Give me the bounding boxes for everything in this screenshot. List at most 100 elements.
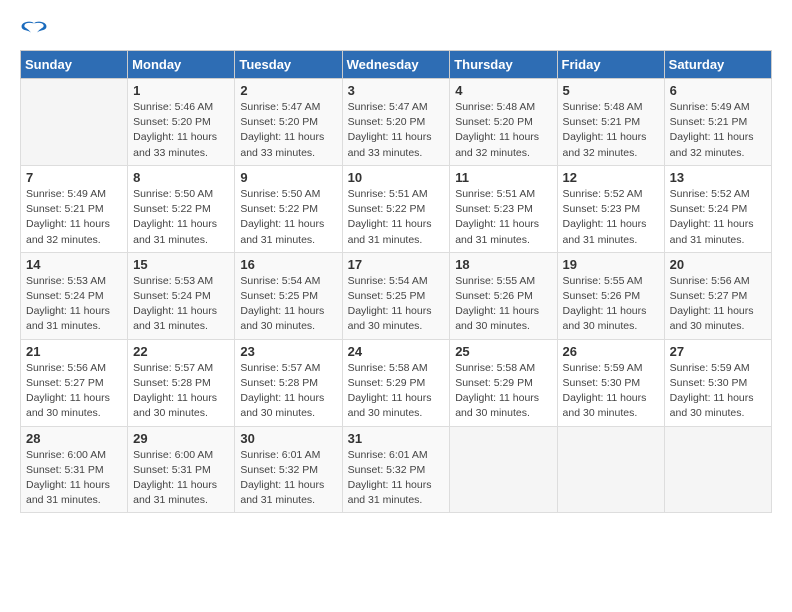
calendar-cell: 19Sunrise: 5:55 AMSunset: 5:26 PMDayligh… — [557, 252, 664, 339]
day-number: 25 — [455, 344, 551, 359]
day-number: 5 — [563, 83, 659, 98]
day-number: 12 — [563, 170, 659, 185]
day-number: 16 — [240, 257, 336, 272]
calendar-cell: 22 Sunrise: 5:57 AMSunset: 5:28 PMDayligh… — [128, 339, 235, 426]
calendar-cell: 12 Sunrise: 5:52 AMSunset: 5:23 PMDayligh… — [557, 165, 664, 252]
day-number: 24 — [348, 344, 445, 359]
day-number: 2 — [240, 83, 336, 98]
day-number: 22 — [133, 344, 229, 359]
calendar-cell: 25 Sunrise: 5:58 AMSunset: 5:29 PMDayligh… — [450, 339, 557, 426]
day-info: Sunrise: 5:48 AMSunset: 5:20 PMDaylight:… — [455, 100, 551, 161]
column-header-thursday: Thursday — [450, 51, 557, 79]
calendar-cell: 30 Sunrise: 6:01 AMSunset: 5:32 PMDayligh… — [235, 426, 342, 513]
day-info: Sunrise: 5:55 AMSunset: 5:26 PMDaylight:… — [455, 274, 551, 335]
day-info: Sunrise: 5:47 AMSunset: 5:20 PMDaylight:… — [348, 100, 445, 161]
day-info: Sunrise: 5:57 AMSunset: 5:28 PMDaylight:… — [133, 361, 229, 422]
day-number: 11 — [455, 170, 551, 185]
day-number: 26 — [563, 344, 659, 359]
calendar-cell: 8Sunrise: 5:50 AMSunset: 5:22 PMDaylight… — [128, 165, 235, 252]
day-info: Sunrise: 5:51 AMSunset: 5:22 PMDaylight:… — [348, 187, 445, 248]
column-header-tuesday: Tuesday — [235, 51, 342, 79]
day-info: Sunrise: 5:53 AMSunset: 5:24 PMDaylight:… — [133, 274, 229, 335]
day-number: 17 — [348, 257, 445, 272]
day-info: Sunrise: 5:57 AMSunset: 5:28 PMDaylight:… — [240, 361, 336, 422]
day-info: Sunrise: 6:01 AMSunset: 5:32 PMDaylight:… — [240, 448, 336, 509]
calendar-table: SundayMondayTuesdayWednesdayThursdayFrid… — [20, 50, 772, 513]
calendar-cell: 31 Sunrise: 6:01 AMSunset: 5:32 PMDayligh… — [342, 426, 450, 513]
day-info: Sunrise: 5:58 AMSunset: 5:29 PMDaylight:… — [348, 361, 445, 422]
day-number: 29 — [133, 431, 229, 446]
day-info: Sunrise: 5:54 AMSunset: 5:25 PMDaylight:… — [348, 274, 445, 335]
day-number: 27 — [670, 344, 766, 359]
day-info: Sunrise: 5:52 AMSunset: 5:23 PMDaylight:… — [563, 187, 659, 248]
day-number: 21 — [26, 344, 122, 359]
day-number: 20 — [670, 257, 766, 272]
page-header — [20, 20, 772, 42]
day-info: Sunrise: 5:59 AMSunset: 5:30 PMDaylight:… — [563, 361, 659, 422]
column-header-monday: Monday — [128, 51, 235, 79]
day-info: Sunrise: 5:49 AMSunset: 5:21 PMDaylight:… — [670, 100, 766, 161]
column-header-sunday: Sunday — [21, 51, 128, 79]
day-number: 23 — [240, 344, 336, 359]
day-info: Sunrise: 5:49 AMSunset: 5:21 PMDaylight:… — [26, 187, 122, 248]
day-info: Sunrise: 5:59 AMSunset: 5:30 PMDaylight:… — [670, 361, 766, 422]
day-info: Sunrise: 5:56 AMSunset: 5:27 PMDaylight:… — [670, 274, 766, 335]
calendar-cell: 14Sunrise: 5:53 AMSunset: 5:24 PMDayligh… — [21, 252, 128, 339]
day-number: 1 — [133, 83, 229, 98]
calendar-cell: 20 Sunrise: 5:56 AMSunset: 5:27 PMDayligh… — [664, 252, 771, 339]
day-number: 15 — [133, 257, 229, 272]
day-info: Sunrise: 5:52 AMSunset: 5:24 PMDaylight:… — [670, 187, 766, 248]
calendar-week-row: 21 Sunrise: 5:56 AMSunset: 5:27 PMDayligh… — [21, 339, 772, 426]
calendar-cell: 1Sunrise: 5:46 AMSunset: 5:20 PMDaylight… — [128, 79, 235, 166]
logo — [20, 20, 52, 42]
column-header-wednesday: Wednesday — [342, 51, 450, 79]
day-info: Sunrise: 6:01 AMSunset: 5:32 PMDaylight:… — [348, 448, 445, 509]
calendar-cell: 13 Sunrise: 5:52 AMSunset: 5:24 PMDayligh… — [664, 165, 771, 252]
calendar-cell: 16 Sunrise: 5:54 AMSunset: 5:25 PMDayligh… — [235, 252, 342, 339]
calendar-week-row: 7 Sunrise: 5:49 AMSunset: 5:21 PMDaylight… — [21, 165, 772, 252]
calendar-cell: 11 Sunrise: 5:51 AMSunset: 5:23 PMDayligh… — [450, 165, 557, 252]
day-number: 3 — [348, 83, 445, 98]
calendar-cell — [664, 426, 771, 513]
calendar-cell — [21, 79, 128, 166]
day-number: 8 — [133, 170, 229, 185]
day-info: Sunrise: 5:58 AMSunset: 5:29 PMDaylight:… — [455, 361, 551, 422]
calendar-cell: 7 Sunrise: 5:49 AMSunset: 5:21 PMDaylight… — [21, 165, 128, 252]
calendar-cell: 15 Sunrise: 5:53 AMSunset: 5:24 PMDayligh… — [128, 252, 235, 339]
day-info: Sunrise: 5:48 AMSunset: 5:21 PMDaylight:… — [563, 100, 659, 161]
day-number: 13 — [670, 170, 766, 185]
calendar-cell — [557, 426, 664, 513]
day-number: 9 — [240, 170, 336, 185]
day-number: 10 — [348, 170, 445, 185]
calendar-body: 1Sunrise: 5:46 AMSunset: 5:20 PMDaylight… — [21, 79, 772, 513]
calendar-cell: 17 Sunrise: 5:54 AMSunset: 5:25 PMDayligh… — [342, 252, 450, 339]
day-number: 7 — [26, 170, 122, 185]
calendar-cell: 29 Sunrise: 6:00 AMSunset: 5:31 PMDayligh… — [128, 426, 235, 513]
day-number: 30 — [240, 431, 336, 446]
calendar-week-row: 28 Sunrise: 6:00 AMSunset: 5:31 PMDayligh… — [21, 426, 772, 513]
calendar-cell: 18 Sunrise: 5:55 AMSunset: 5:26 PMDayligh… — [450, 252, 557, 339]
calendar-week-row: 14 Sunrise: 5:53 AMSunset: 5:24 PMDayligh… — [21, 252, 772, 339]
calendar-cell: 26 Sunrise: 5:59 AMSunset: 5:30 PMDayligh… — [557, 339, 664, 426]
column-header-saturday: Saturday — [664, 51, 771, 79]
day-info: Sunrise: 5:51 AMSunset: 5:23 PMDaylight:… — [455, 187, 551, 248]
calendar-cell: 3 Sunrise: 5:47 AMSunset: 5:20 PMDaylight… — [342, 79, 450, 166]
day-number: 28 — [26, 431, 122, 446]
calendar-cell — [450, 426, 557, 513]
day-number: 14 — [26, 257, 122, 272]
day-info: Sunrise: 5:56 AMSunset: 5:27 PMDaylight:… — [26, 361, 122, 422]
day-number: 18 — [455, 257, 551, 272]
day-number: 6 — [670, 83, 766, 98]
day-info: Sunrise: 6:00 AMSunset: 5:31 PMDaylight:… — [133, 448, 229, 509]
day-info: Sunrise: 5:47 AMSunset: 5:20 PMDaylight:… — [240, 100, 336, 161]
calendar-week-row: 1Sunrise: 5:46 AMSunset: 5:20 PMDaylight… — [21, 79, 772, 166]
calendar-cell: 6 Sunrise: 5:49 AMSunset: 5:21 PMDaylight… — [664, 79, 771, 166]
day-number: 31 — [348, 431, 445, 446]
calendar-cell: 4 Sunrise: 5:48 AMSunset: 5:20 PMDaylight… — [450, 79, 557, 166]
calendar-cell: 10 Sunrise: 5:51 AMSunset: 5:22 PMDayligh… — [342, 165, 450, 252]
day-info: Sunrise: 5:54 AMSunset: 5:25 PMDaylight:… — [240, 274, 336, 335]
calendar-cell: 2 Sunrise: 5:47 AMSunset: 5:20 PMDaylight… — [235, 79, 342, 166]
calendar-cell: 23 Sunrise: 5:57 AMSunset: 5:28 PMDayligh… — [235, 339, 342, 426]
day-number: 4 — [455, 83, 551, 98]
day-info: Sunrise: 6:00 AMSunset: 5:31 PMDaylight:… — [26, 448, 122, 509]
